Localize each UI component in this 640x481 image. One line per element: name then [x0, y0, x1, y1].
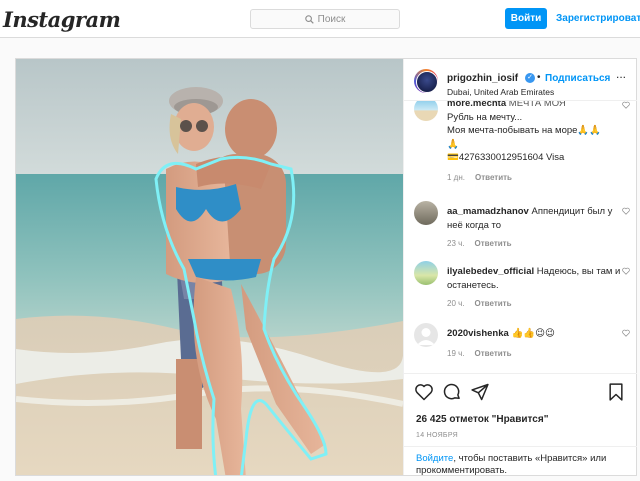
- login-prompt: Войдите, чтобы поставить «Нравится» или …: [404, 446, 637, 476]
- author-username[interactable]: prigozhin_iosif: [447, 73, 518, 84]
- commenter-username[interactable]: ilyalebedev_official: [447, 266, 534, 277]
- login-link[interactable]: Войдите: [416, 453, 453, 464]
- share-icon[interactable]: [470, 382, 490, 402]
- reply-button[interactable]: Ответить: [475, 349, 512, 358]
- search-placeholder: Поиск: [317, 13, 346, 25]
- comment-line: Моя мечта-побывать на море🙏🙏: [447, 125, 602, 136]
- reply-button[interactable]: Ответить: [475, 173, 512, 182]
- commenter-username[interactable]: aa_mamadzhanov: [447, 206, 529, 217]
- top-navigation-bar: Instagram Поиск Войти Зарегистрироваться: [0, 0, 640, 38]
- comment-time[interactable]: 1 дн.: [447, 173, 465, 182]
- comment-time[interactable]: 19 ч.: [447, 349, 465, 358]
- login-button[interactable]: Войти: [505, 8, 547, 29]
- search-input[interactable]: Поиск: [250, 9, 400, 29]
- reply-button[interactable]: Ответить: [475, 299, 512, 308]
- comment-item: more.mechta МЕЧТА МОЯ Рубль на мечту... …: [414, 101, 630, 187]
- comment-text: ilyalebedev_official Надеюсь, вы там и о…: [447, 265, 627, 292]
- search-icon: [304, 14, 314, 24]
- post-location[interactable]: Dubai, United Arab Emirates: [447, 87, 554, 97]
- follow-button[interactable]: Подписаться: [545, 73, 610, 84]
- save-bookmark-icon[interactable]: [606, 382, 626, 402]
- register-link[interactable]: Зарегистрироваться: [556, 13, 640, 24]
- post-card: prigozhin_iosif ✓ • Подписаться Dubai, U…: [15, 58, 637, 476]
- commenter-avatar[interactable]: [414, 323, 438, 347]
- like-comment-icon[interactable]: [622, 207, 630, 215]
- comment-line: Рубль на мечту...: [447, 111, 523, 123]
- instagram-logo[interactable]: Instagram: [3, 7, 121, 32]
- comment-time[interactable]: 20 ч.: [447, 299, 465, 308]
- commenter-avatar[interactable]: [414, 101, 438, 121]
- post-header: prigozhin_iosif ✓ • Подписаться Dubai, U…: [404, 59, 637, 101]
- commenter-username[interactable]: 2020vishenka: [447, 328, 509, 339]
- like-comment-icon[interactable]: [622, 101, 630, 109]
- comment-meta: 20 ч. Ответить: [447, 299, 511, 308]
- commenter-username[interactable]: more.mechta: [447, 101, 506, 109]
- comment-item: 2020vishenka 👍👍😉😉 19 ч. Ответить: [414, 323, 630, 369]
- comment-text: more.mechta МЕЧТА МОЯ Рубль на мечту... …: [447, 101, 627, 165]
- verified-badge-icon: ✓: [525, 73, 535, 83]
- comment-meta: 1 дн. Ответить: [447, 173, 512, 182]
- commenter-avatar[interactable]: [414, 261, 438, 285]
- likes-count[interactable]: 26 425 отметок "Нравится": [416, 414, 548, 425]
- comment-meta: 19 ч. Ответить: [447, 349, 511, 358]
- more-options-icon[interactable]: ...: [616, 68, 626, 80]
- separator-dot: •: [537, 72, 541, 83]
- post-photo[interactable]: [16, 59, 403, 475]
- post-side-panel: prigozhin_iosif ✓ • Подписаться Dubai, U…: [403, 59, 637, 476]
- comment-line: 🙏: [447, 138, 459, 150]
- like-comment-icon[interactable]: [622, 329, 630, 337]
- like-icon[interactable]: [414, 382, 434, 402]
- like-comment-icon[interactable]: [622, 267, 630, 275]
- comment-meta: 23 ч. Ответить: [447, 239, 511, 248]
- commenter-avatar[interactable]: [414, 201, 438, 225]
- comment-item: aa_mamadzhanov Аппендицит был у неё когд…: [414, 201, 630, 251]
- reply-button[interactable]: Ответить: [475, 239, 512, 248]
- comments-list[interactable]: more.mechta МЕЧТА МОЯ Рубль на мечту... …: [404, 101, 637, 373]
- comment-line: МЕЧТА МОЯ: [508, 101, 566, 109]
- comment-text: aa_mamadzhanov Аппендицит был у неё когд…: [447, 205, 627, 232]
- comment-line: 💳4276330012951604 Visa: [447, 152, 565, 163]
- comment-line: 👍👍😉😉: [511, 328, 555, 339]
- post-date[interactable]: 14 НОЯБРЯ: [416, 432, 458, 439]
- author-avatar[interactable]: [414, 69, 438, 93]
- comment-text: 2020vishenka 👍👍😉😉: [447, 327, 627, 341]
- comment-time[interactable]: 23 ч.: [447, 239, 465, 248]
- post-actions: 26 425 отметок "Нравится" 14 НОЯБРЯ Войд…: [404, 373, 637, 476]
- default-avatar-icon: [417, 328, 435, 345]
- comment-item: ilyalebedev_official Надеюсь, вы там и о…: [414, 261, 630, 311]
- comment-icon[interactable]: [442, 382, 462, 402]
